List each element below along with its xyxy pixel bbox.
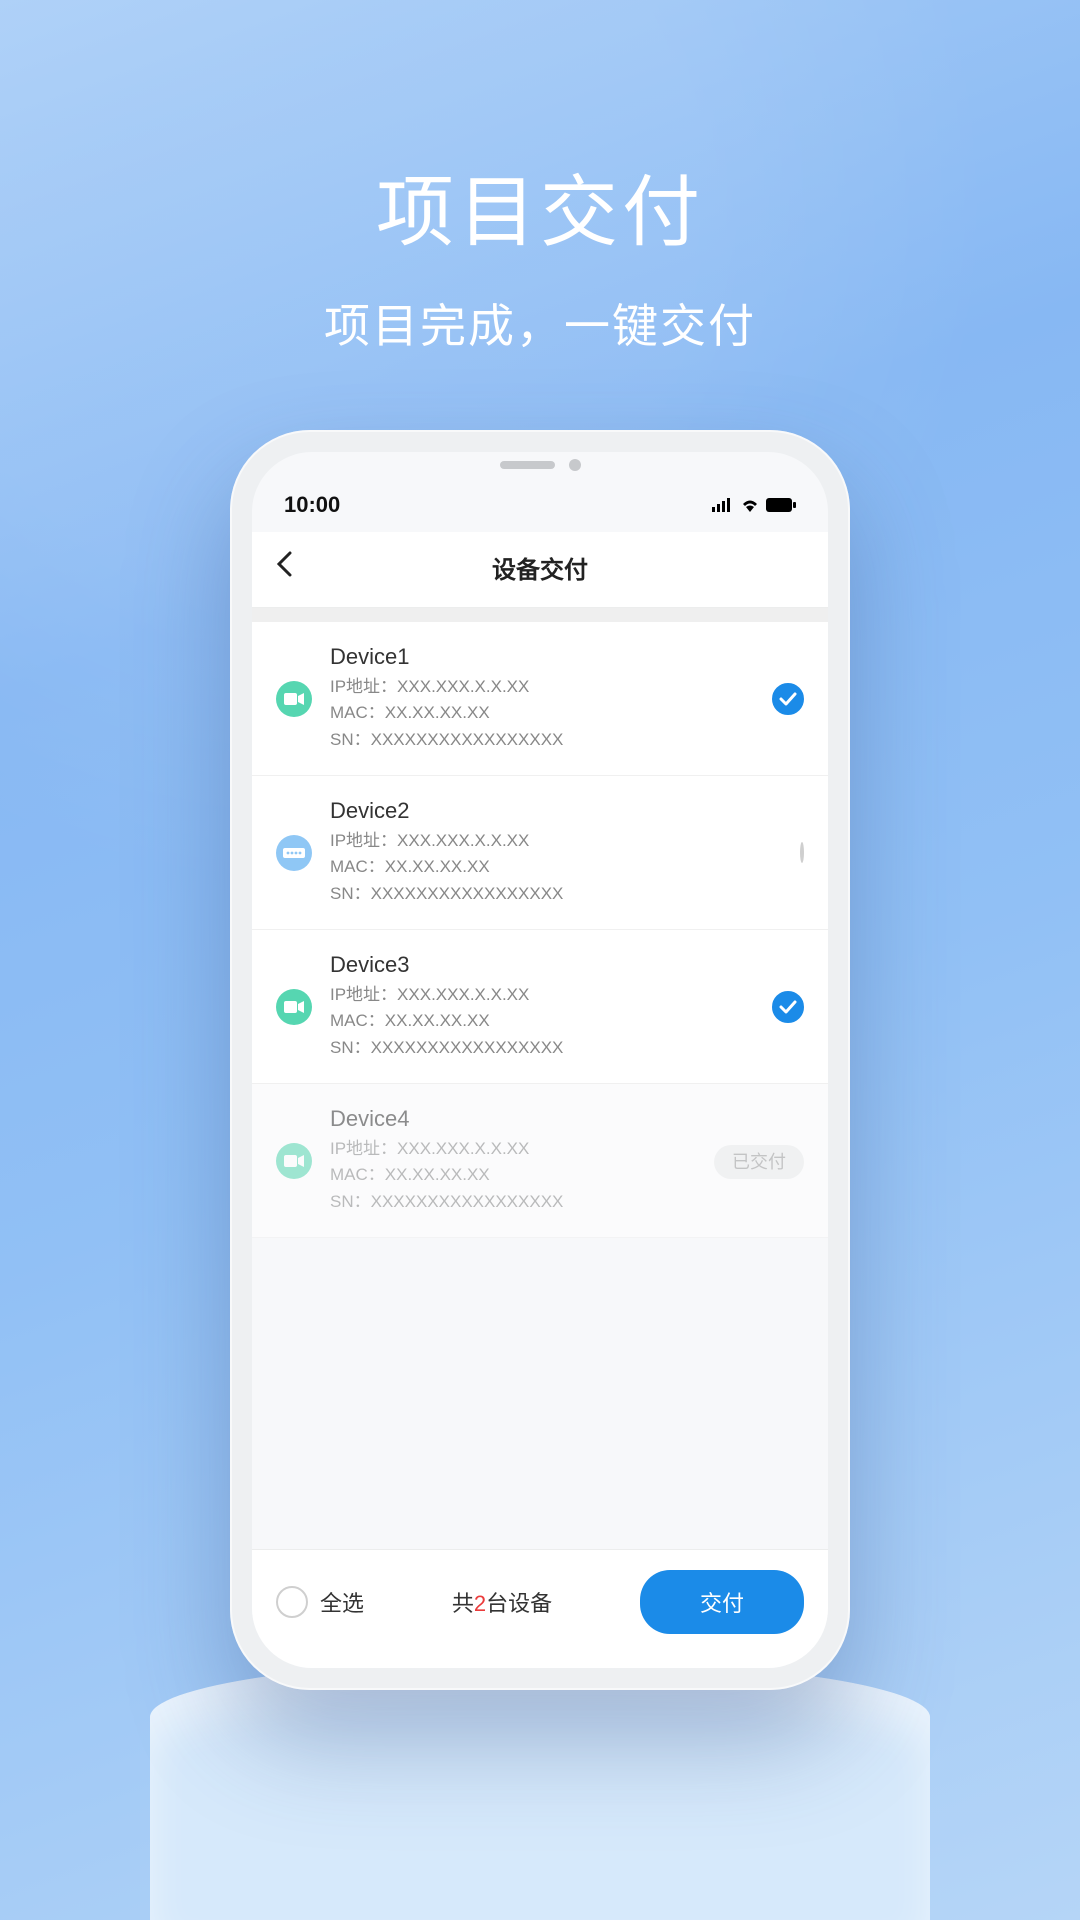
nav-title: 设备交付 — [492, 550, 588, 585]
nvr-icon — [276, 835, 312, 871]
hero: 项目交付 项目完成，一键交付 — [0, 0, 1080, 356]
phone-mockup: 10:00 设备交付 Device1IP地址：XXX.XXX.X.X.XXMAC… — [230, 430, 850, 1690]
device-sn: SN：XXXXXXXXXXXXXXXXX — [330, 881, 788, 907]
status-icons — [712, 498, 796, 512]
device-list: Device1IP地址：XXX.XXX.X.X.XXMAC：XX.XX.XX.X… — [252, 608, 828, 1549]
device-item[interactable]: Device3 IP地址：XXX.XXX.X.X.XXMAC：XX.XX.XX.X… — [252, 930, 828, 1084]
check-icon — [779, 1000, 797, 1014]
device-info: Device1 IP地址：XXX.XXX.X.X.XXMAC：XX.XX.XX.X… — [330, 644, 760, 753]
check-icon — [779, 692, 797, 706]
delivered-badge: 已交付 — [714, 1145, 804, 1179]
device-mac: MAC：XX.XX.XX.XX — [330, 1008, 760, 1034]
device-checkbox[interactable] — [772, 683, 804, 715]
bottom-bar: 全选 共2台设备 交付 — [252, 1549, 828, 1668]
device-ip: IP地址：XXX.XXX.X.X.XX — [330, 982, 760, 1008]
chevron-left-icon — [276, 551, 292, 577]
device-info: Device4 IP地址：XXX.XXX.X.X.XXMAC：XX.XX.XX.X… — [330, 1106, 702, 1215]
wifi-icon — [740, 498, 760, 512]
phone-screen: 10:00 设备交付 Device1IP地址：XXX.XXX.X.X.XXMAC… — [252, 452, 828, 1668]
battery-icon — [766, 498, 796, 512]
device-name: Device1 — [330, 644, 760, 670]
device-ip: IP地址：XXX.XXX.X.X.XX — [330, 674, 760, 700]
phone-notch — [485, 458, 595, 472]
device-mac: MAC：XX.XX.XX.XX — [330, 1162, 702, 1188]
select-all-label: 全选 — [320, 1586, 364, 1618]
device-info: Device3 IP地址：XXX.XXX.X.X.XXMAC：XX.XX.XX.X… — [330, 952, 760, 1061]
device-item[interactable]: Device2 IP地址：XXX.XXX.X.X.XXMAC：XX.XX.XX.X… — [252, 776, 828, 930]
device-sn: SN：XXXXXXXXXXXXXXXXX — [330, 1189, 702, 1215]
list-spacer — [252, 608, 828, 622]
device-name: Device3 — [330, 952, 760, 978]
device-checkbox[interactable] — [772, 991, 804, 1023]
submit-button[interactable]: 交付 — [640, 1570, 804, 1634]
camera-icon — [276, 681, 312, 717]
select-all[interactable]: 全选 — [276, 1586, 364, 1618]
device-name: Device4 — [330, 1106, 702, 1132]
signal-icon — [712, 498, 734, 512]
nav-bar: 设备交付 — [252, 532, 828, 608]
camera-icon — [276, 1143, 312, 1179]
hero-title: 项目交付 — [0, 150, 1080, 262]
select-all-checkbox[interactable] — [276, 1586, 308, 1618]
device-ip: IP地址：XXX.XXX.X.X.XX — [330, 1136, 702, 1162]
device-ip: IP地址：XXX.XXX.X.X.XX — [330, 828, 788, 854]
device-name: Device2 — [330, 798, 788, 824]
total-count: 共2台设备 — [364, 1586, 640, 1618]
device-mac: MAC：XX.XX.XX.XX — [330, 700, 760, 726]
decorative-pedestal — [150, 1660, 930, 1920]
device-sn: SN：XXXXXXXXXXXXXXXXX — [330, 727, 760, 753]
device-sn: SN：XXXXXXXXXXXXXXXXX — [330, 1035, 760, 1061]
device-checkbox[interactable] — [800, 842, 804, 863]
back-button[interactable] — [276, 551, 292, 585]
device-mac: MAC：XX.XX.XX.XX — [330, 854, 788, 880]
hero-subtitle: 项目完成，一键交付 — [0, 290, 1080, 356]
device-item[interactable]: Device1 IP地址：XXX.XXX.X.X.XXMAC：XX.XX.XX.X… — [252, 622, 828, 776]
device-item: Device4 IP地址：XXX.XXX.X.X.XXMAC：XX.XX.XX.X… — [252, 1084, 828, 1238]
device-info: Device2 IP地址：XXX.XXX.X.X.XXMAC：XX.XX.XX.X… — [330, 798, 788, 907]
status-time: 10:00 — [284, 492, 340, 518]
camera-icon — [276, 989, 312, 1025]
